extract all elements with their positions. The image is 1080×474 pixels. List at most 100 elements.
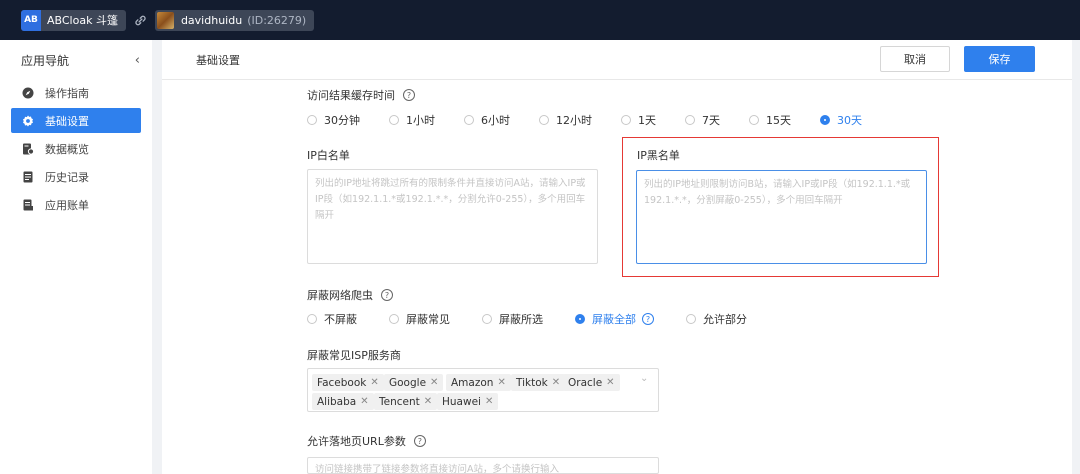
crawler-option[interactable]: 屏蔽所选 <box>482 311 543 327</box>
app-name: ABCloak 斗篷 <box>47 14 118 27</box>
isp-tag: Tiktok ✕ <box>511 374 566 391</box>
cache-option-label: 30天 <box>837 114 862 127</box>
isp-tag-label: Oracle <box>568 376 603 389</box>
radio-dot <box>749 115 759 125</box>
crawler-option-label: 屏蔽所选 <box>499 313 543 326</box>
close-icon[interactable]: ✕ <box>552 377 560 388</box>
sidebar-item-label: 历史记录 <box>45 170 89 184</box>
radio-dot <box>464 115 474 125</box>
cache-option-label: 30分钟 <box>324 114 360 127</box>
app-logo: AB <box>21 9 41 31</box>
page-title: 基础设置 <box>196 53 240 67</box>
crawler-option-label: 屏蔽全部 <box>592 313 636 326</box>
sidebar-item-label: 数据概览 <box>45 142 89 156</box>
url-params-textarea[interactable]: 访问链接携带了链接参数将直接访问A站，多个请换行输入 <box>307 457 659 474</box>
close-icon[interactable]: ✕ <box>424 396 432 407</box>
url-params-label: 允许落地页URL参数 ? <box>307 433 426 449</box>
sidebar-item-label: 操作指南 <box>45 86 89 100</box>
sidebar-item-basic-settings[interactable]: 基础设置 <box>11 108 141 133</box>
help-icon[interactable]: ? <box>642 313 654 325</box>
chevron-down-icon[interactable]: ⌄ <box>640 373 648 384</box>
cache-option[interactable]: 12小时 <box>539 112 592 128</box>
avatar <box>156 11 174 29</box>
gear-icon <box>22 115 34 127</box>
radio-dot <box>575 314 585 324</box>
radio-dot <box>482 314 492 324</box>
crawler-label-text: 屏蔽网络爬虫 <box>307 289 373 302</box>
cache-option-label: 15天 <box>766 114 791 127</box>
top-bar: AB ABCloak 斗篷 davidhuidu (ID:26279) <box>0 0 1080 40</box>
collapse-icon[interactable]: ‹ <box>135 53 140 68</box>
close-icon[interactable]: ✕ <box>606 377 614 388</box>
cache-option[interactable]: 7天 <box>685 112 720 128</box>
radio-dot <box>820 115 830 125</box>
isp-tag-label: Amazon <box>451 376 494 389</box>
username: davidhuidu <box>180 13 243 27</box>
crawler-option[interactable]: 允许部分 <box>686 311 747 327</box>
save-button[interactable]: 保存 <box>964 46 1035 72</box>
bill-icon <box>22 199 34 211</box>
isp-tag-label: Google <box>389 376 427 389</box>
page-header: 基础设置 取消 保存 <box>162 40 1072 80</box>
isp-tag-label: Tiktok <box>516 376 548 389</box>
isp-tag: Huawei ✕ <box>437 393 499 410</box>
main-panel: 基础设置 取消 保存 访问结果缓存时间 ? 30分钟 1小时 6小时 12小时 … <box>162 40 1072 474</box>
data-icon <box>22 143 34 155</box>
radio-dot <box>389 115 399 125</box>
cache-option-label: 12小时 <box>556 114 592 127</box>
cache-option[interactable]: 1天 <box>621 112 656 128</box>
isp-tag-label: Huawei <box>442 395 481 408</box>
cancel-button[interactable]: 取消 <box>880 46 950 72</box>
ip-blacklist-textarea[interactable]: 列出的IP地址则限制访问B站，请输入IP或IP段（如192.1.1.*或192.… <box>636 170 927 264</box>
cache-option[interactable]: 30分钟 <box>307 112 360 128</box>
close-icon[interactable]: ✕ <box>497 377 505 388</box>
sidebar-item-data-overview[interactable]: 数据概览 <box>11 136 141 161</box>
help-icon[interactable]: ? <box>381 289 393 301</box>
close-icon[interactable]: ✕ <box>430 377 438 388</box>
isp-tag-label: Tencent <box>379 395 420 408</box>
crawler-option[interactable]: 屏蔽常见 <box>389 311 450 327</box>
cache-option-label: 1小时 <box>406 114 435 127</box>
radio-dot <box>685 115 695 125</box>
radio-dot <box>389 314 399 324</box>
ip-blacklist-label: IP黑名单 <box>637 149 680 162</box>
isp-tag: Tencent ✕ <box>374 393 438 410</box>
cache-time-label: 访问结果缓存时间 ? <box>307 87 415 103</box>
sidebar-item-history[interactable]: 历史记录 <box>11 164 141 189</box>
isp-tag: Amazon ✕ <box>446 374 511 391</box>
isp-multiselect[interactable]: Facebook ✕ Google ✕ Amazon ✕ Tiktok ✕ Oracle… <box>307 368 659 412</box>
url-params-label-text: 允许落地页URL参数 <box>307 435 406 448</box>
cache-option-label: 1天 <box>638 114 656 127</box>
crawler-label: 屏蔽网络爬虫 ? <box>307 287 393 303</box>
close-icon[interactable]: ✕ <box>360 396 368 407</box>
crawler-option[interactable]: 不屏蔽 <box>307 311 357 327</box>
sidebar-item-label: 应用账单 <box>45 198 89 212</box>
help-icon[interactable]: ? <box>413 435 426 447</box>
history-icon <box>22 171 34 183</box>
isp-label: 屏蔽常见ISP服务商 <box>307 349 401 362</box>
cache-option[interactable]: 1小时 <box>389 112 435 128</box>
cache-option[interactable]: 15天 <box>749 112 791 128</box>
help-icon[interactable]: ? <box>403 89 415 101</box>
user-id: (ID:26279) <box>247 13 307 27</box>
crawler-option-selected[interactable]: 屏蔽全部? <box>575 311 654 327</box>
radio-dot <box>686 314 696 324</box>
isp-tag-label: Facebook <box>317 376 367 389</box>
close-icon[interactable]: ✕ <box>485 396 493 407</box>
sidebar-item-label: 基础设置 <box>45 114 89 128</box>
isp-tag: Google ✕ <box>384 374 444 391</box>
app-switcher[interactable]: AB ABCloak 斗篷 <box>21 9 126 31</box>
cache-option-label: 7天 <box>702 114 720 127</box>
close-icon[interactable]: ✕ <box>370 377 378 388</box>
cache-option-selected[interactable]: 30天 <box>820 112 862 128</box>
cache-time-text: 访问结果缓存时间 <box>307 89 395 102</box>
cache-option[interactable]: 6小时 <box>464 112 510 128</box>
compass-icon <box>22 87 34 99</box>
ip-whitelist-textarea[interactable]: 列出的IP地址将跳过所有的限制条件并直接访问A站，请输入IP或IP段（如192.… <box>307 169 598 264</box>
user-account[interactable]: davidhuidu (ID:26279) <box>154 9 315 31</box>
sidebar-item-billing[interactable]: 应用账单 <box>11 192 141 217</box>
sidebar-header: 应用导航 ‹ <box>0 40 152 80</box>
crawler-option-label: 不屏蔽 <box>324 313 357 326</box>
radio-dot <box>539 115 549 125</box>
sidebar-item-guide[interactable]: 操作指南 <box>11 80 141 105</box>
